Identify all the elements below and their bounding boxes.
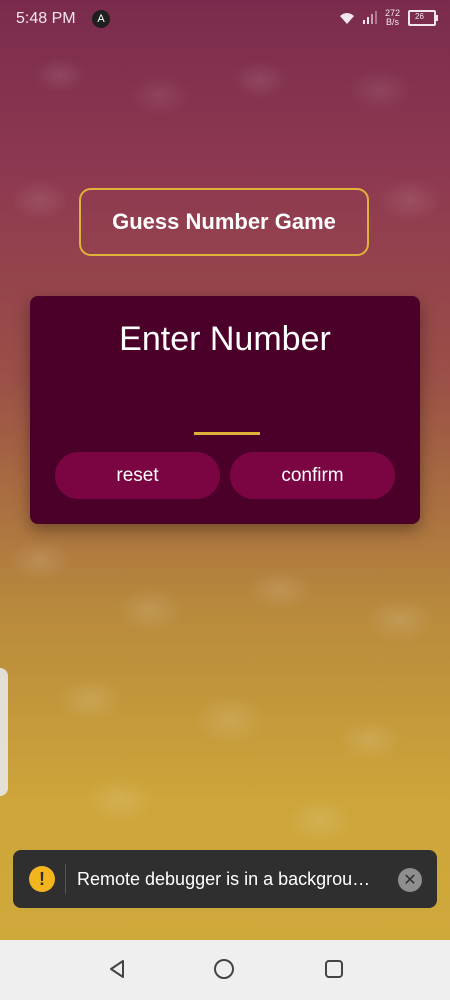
card-title: Enter Number <box>119 320 331 358</box>
back-icon[interactable] <box>106 958 128 980</box>
warning-icon: ! <box>29 866 55 892</box>
number-input-card: Enter Number reset confirm <box>30 296 420 524</box>
close-icon[interactable]: ✕ <box>398 868 422 892</box>
signal-icon <box>362 11 377 24</box>
home-icon[interactable] <box>213 958 235 980</box>
title-box: Guess Number Game <box>79 188 369 256</box>
recent-apps-icon[interactable] <box>323 958 345 980</box>
side-edge-handle[interactable] <box>0 668 8 796</box>
number-input[interactable] <box>194 400 260 435</box>
battery-icon: 26 <box>408 10 438 26</box>
confirm-button[interactable]: confirm <box>230 452 395 499</box>
status-bar: 5:48 PM A 272 B/s 26 <box>0 0 450 40</box>
app-screen: 5:48 PM A 272 B/s 26 Guess Number Game E… <box>0 0 450 940</box>
status-time: 5:48 PM <box>16 10 76 27</box>
reset-button[interactable]: reset <box>55 452 220 499</box>
navigation-bar <box>0 940 450 1000</box>
toast-divider <box>65 864 66 894</box>
net-speed-unit: B/s <box>385 17 399 27</box>
status-icons: 272 B/s 26 <box>339 9 438 27</box>
page-title: Guess Number Game <box>112 209 336 234</box>
debugger-toast: ! Remote debugger is in a background tab… <box>13 850 437 908</box>
notification-app-icon: A <box>92 10 110 28</box>
toast-message: Remote debugger is in a background tab f… <box>77 869 377 889</box>
net-speed: 272 B/s <box>385 9 400 27</box>
wifi-icon <box>339 13 354 24</box>
battery-level: 26 <box>415 12 424 21</box>
